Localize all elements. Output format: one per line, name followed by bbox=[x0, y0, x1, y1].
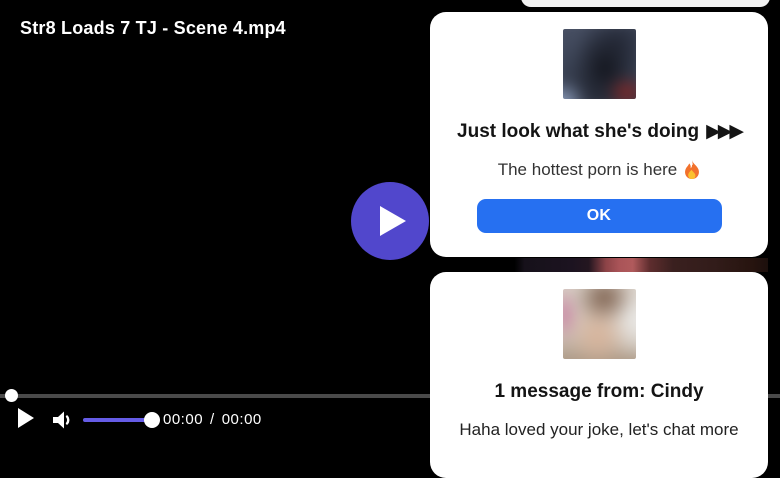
offer-thumbnail[interactable] bbox=[562, 29, 636, 99]
volume-thumb[interactable] bbox=[144, 412, 160, 428]
volume-icon bbox=[53, 411, 70, 429]
chat-message-text: Haha loved your joke, let's chat more bbox=[459, 420, 739, 439]
big-play-button[interactable] bbox=[351, 182, 429, 260]
time-display: 00:00 / 00:00 bbox=[163, 411, 262, 428]
ok-button[interactable]: OK bbox=[476, 199, 722, 233]
offer-popup: Just look what she's doing ▶▶▶ The hottes… bbox=[430, 12, 768, 257]
time-separator: / bbox=[210, 411, 215, 428]
offer-thumbnail-image bbox=[562, 29, 636, 99]
chat-thumbnail-image bbox=[562, 289, 636, 359]
chat-heading: 1 message from: Cindy bbox=[494, 381, 704, 402]
volume-slider[interactable] bbox=[83, 412, 160, 428]
play-button[interactable] bbox=[18, 408, 36, 428]
triple-arrow-icon: ▶▶▶ bbox=[706, 121, 744, 142]
video-title: Str8 Loads 7 TJ - Scene 4.mp4 bbox=[20, 18, 286, 38]
chat-message-popup: 1 message from: Cindy Haha loved your jo… bbox=[430, 272, 768, 478]
offer-heading-text: Just look what she's doing bbox=[457, 121, 700, 142]
play-icon bbox=[379, 206, 406, 236]
page-thumbnail-sliver bbox=[430, 258, 768, 272]
progress-thumb[interactable] bbox=[5, 389, 18, 402]
offer-subtext-text: The hottest porn is here bbox=[497, 160, 678, 179]
offer-subtext: The hottest porn is here bbox=[498, 158, 701, 182]
offer-heading: Just look what she's doing ▶▶▶ bbox=[457, 119, 744, 145]
background-popup-edge[interactable] bbox=[521, 0, 770, 7]
duration: 00:00 bbox=[221, 411, 262, 428]
mute-button[interactable] bbox=[50, 408, 74, 432]
chat-thumbnail[interactable] bbox=[562, 289, 636, 359]
current-time: 00:00 bbox=[163, 411, 204, 428]
fire-icon bbox=[685, 160, 700, 179]
